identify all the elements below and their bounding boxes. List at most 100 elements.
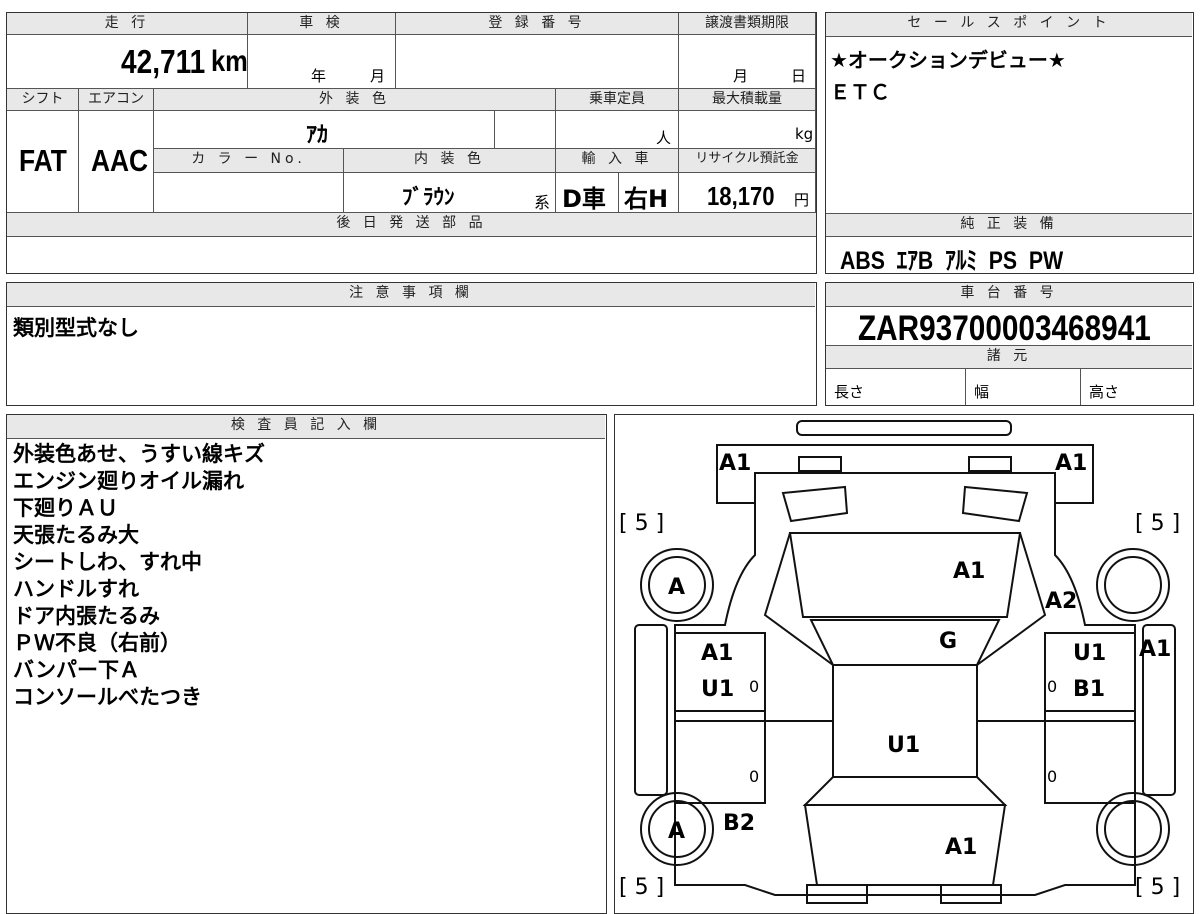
remark-line: ドア内張たるみ [13, 604, 160, 628]
damage-front-left: A1 [719, 451, 752, 476]
remark-line: コンソールべたつき [13, 685, 202, 709]
damage-hood: A1 [953, 559, 986, 584]
tire-grade-fl: A [668, 575, 686, 600]
shift-header: シフト [7, 89, 79, 111]
interior-color-suffix: 系 [534, 193, 551, 212]
registration-header: 登 録 番 号 [396, 13, 679, 35]
spec-length-label: 長さ [834, 383, 865, 401]
recycle-cell: 18,170 円 [679, 173, 816, 213]
remark-line: 下廻りＡＵ [13, 496, 118, 520]
import-header: 輸 入 車 [556, 149, 679, 173]
damage-front-right: A1 [1055, 451, 1088, 476]
interior-color-header: 内 装 色 [344, 149, 556, 173]
damage-side-right: A1 [1139, 637, 1172, 662]
interior-color-value: ﾌﾞﾗｳﾝ [402, 185, 455, 209]
max-load-header: 最大積載量 [679, 89, 816, 111]
standard-equipment-header: 純 正 装 備 [826, 213, 1192, 237]
notes-header: 注 意 事 項 欄 [7, 283, 815, 307]
damage-door-fr-1: U1 [1073, 641, 1107, 666]
spec-height-cell: 高さ [1081, 369, 1192, 405]
damage-door-fl-2: U1 [701, 677, 735, 702]
remark-line: シートしわ、すれ中 [13, 550, 202, 574]
color-no-cell [154, 173, 344, 213]
zero-mark: 0 [1047, 677, 1058, 696]
interior-color-cell: ﾌﾞﾗｳﾝ 系 [344, 173, 556, 213]
color-no-header: カ ラ ー No. [154, 149, 344, 173]
notes-box: 注 意 事 項 欄 類別型式なし [6, 282, 817, 406]
ac-header: エアコン [79, 89, 154, 111]
damage-trunk: A1 [945, 835, 978, 860]
exterior-color-value: ｱｶ [306, 123, 329, 148]
vehicle-info-table: 走 行 車 検 登 録 番 号 譲渡書類期限 42,711 km 年 月 月 日… [6, 12, 817, 274]
tire-grade-rl: A [668, 819, 686, 844]
mileage-value: 42,711 [121, 43, 206, 80]
import-cell: D車 [556, 173, 619, 213]
shaken-year-label: 年 [311, 67, 327, 85]
capacity-cell: 人 [556, 111, 679, 149]
tire-tread-fr: [ 5 ] [1135, 511, 1181, 536]
chassis-box: 車 台 番 号 ZAR93700003468941 諸 元 長さ 幅 高さ [825, 282, 1194, 406]
transfer-day-label: 日 [791, 67, 807, 85]
notes-value: 類別型式なし [13, 316, 139, 340]
remark-line: ＰＷ不良（右前） [13, 631, 181, 655]
mileage-header: 走 行 [7, 13, 248, 35]
spec-width-cell: 幅 [966, 369, 1081, 405]
shaken-cell: 年 月 [248, 35, 396, 89]
ac-cell: AAC [79, 111, 154, 213]
tire-tread-rl: [ 5 ] [619, 875, 665, 900]
inspector-remarks-list: 外装色あせ、うすい線キズ エンジン廻りオイル漏れ 下廻りＡＵ 天張たるみ大 シー… [13, 441, 265, 711]
exterior-color-cell: ｱｶ [154, 111, 495, 149]
chassis-number: ZAR93700003468941 [858, 309, 1151, 348]
sales-point-line-2: ＥＴＣ [830, 80, 890, 104]
zero-mark: 0 [749, 767, 760, 786]
transfer-month-label: 月 [733, 67, 749, 85]
sales-point-line-1: ★オークションデビュー★ [830, 48, 1066, 72]
damage-door-fl-1: A1 [701, 641, 734, 666]
spec-length-cell: 長さ [826, 369, 966, 405]
spec-width-label: 幅 [974, 383, 990, 401]
remark-line: エンジン廻りオイル漏れ [13, 469, 244, 493]
later-parts-header: 後 日 発 送 部 品 [7, 213, 816, 237]
tire-tread-fl: [ 5 ] [619, 511, 665, 536]
damage-roof: U1 [887, 733, 921, 758]
specs-header: 諸 元 [826, 345, 1192, 369]
damage-fender-right: A2 [1045, 589, 1078, 614]
damage-windshield: G [939, 629, 958, 654]
sales-points-header: セ ー ル ス ポ イ ン ト [826, 13, 1192, 37]
shaken-header: 車 検 [248, 13, 396, 35]
load-unit: kg [795, 125, 814, 143]
shift-cell: FAT [7, 111, 79, 213]
shaken-month-label: 月 [370, 67, 386, 85]
zero-mark: 0 [749, 677, 760, 696]
transfer-cell: 月 日 [679, 35, 816, 89]
import-value: D車 [562, 185, 606, 213]
capacity-header: 乗車定員 [556, 89, 679, 111]
damage-rear-left: B2 [723, 811, 756, 836]
recycle-unit: 円 [794, 191, 810, 209]
mileage-cell: 42,711 km [7, 35, 248, 89]
standard-equipment-value: ABS ｴｱB ｱﾙﾐ PS PW [840, 247, 1064, 275]
exterior-color-header: 外 装 色 [154, 89, 556, 111]
remark-line: 天張たるみ大 [13, 523, 139, 547]
inspector-header: 検 査 員 記 入 欄 [7, 415, 605, 439]
tire-tread-rr: [ 5 ] [1135, 875, 1181, 900]
damage-door-fr-2: B1 [1073, 677, 1106, 702]
shift-value: FAT [19, 143, 67, 178]
registration-cell [396, 35, 679, 89]
spec-height-label: 高さ [1089, 383, 1120, 401]
handle-value: 右H [624, 185, 669, 213]
chassis-header: 車 台 番 号 [826, 283, 1192, 307]
zero-mark: 0 [1047, 767, 1058, 786]
remark-line: ハンドルすれ [13, 577, 139, 601]
inspector-box: 検 査 員 記 入 欄 外装色あせ、うすい線キズ エンジン廻りオイル漏れ 下廻り… [6, 414, 607, 914]
remark-line: 外装色あせ、うすい線キズ [13, 442, 265, 466]
recycle-header: リサイクル預託金 [679, 149, 816, 173]
sales-points-box: セ ー ル ス ポ イ ン ト ★オークションデビュー★ ＥＴＣ 純 正 装 備… [825, 12, 1194, 275]
recycle-value: 18,170 [707, 181, 775, 211]
handle-cell: 右H [619, 173, 679, 213]
max-load-cell: kg [679, 111, 816, 149]
ac-value: AAC [91, 143, 149, 178]
car-diagram-box: [ 5 ] [ 5 ] [ 5 ] [ 5 ] A A A1 A1 A1 A2 … [614, 414, 1194, 914]
exterior-color-extra-cell [495, 111, 556, 149]
mileage-unit: km [211, 45, 248, 78]
